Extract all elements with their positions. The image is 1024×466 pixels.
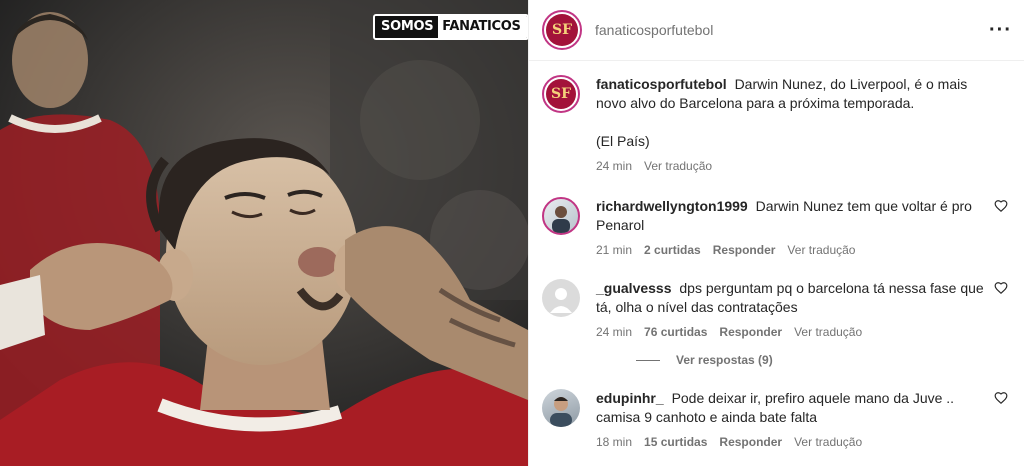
- comment-username[interactable]: _gualvesss: [596, 280, 672, 296]
- translate-button[interactable]: Ver tradução: [794, 325, 862, 339]
- comment-avatar[interactable]: [542, 197, 580, 235]
- comments-list: SF fanaticosporfutebol Darwin Nunez, do …: [529, 61, 1024, 449]
- comment-avatar[interactable]: [542, 389, 580, 427]
- caption-text-block: fanaticosporfutebol Darwin Nunez, do Liv…: [596, 75, 986, 113]
- comment-time[interactable]: 21 min: [596, 243, 632, 257]
- comment-item: edupinhr_ Pode deixar ir, prefiro aquele…: [542, 389, 1008, 449]
- comment-body: _gualvesss dps perguntam pq o barcelona …: [596, 279, 1008, 339]
- comment-likes[interactable]: 15 curtidas: [644, 435, 707, 449]
- default-avatar-icon: [550, 288, 572, 313]
- post-panel: SF fanaticosporfutebol ··· SF fanaticosp…: [528, 0, 1024, 466]
- comment-likes[interactable]: 76 curtidas: [644, 325, 707, 339]
- account-username[interactable]: fanaticosporfutebol: [595, 22, 713, 38]
- translate-button[interactable]: Ver tradução: [794, 435, 862, 449]
- logo-part-1: SOMOS: [375, 16, 439, 38]
- account-avatar-text: SF: [546, 14, 578, 46]
- comment-avatar[interactable]: [542, 279, 580, 317]
- comment-meta: 21 min 2 curtidas Responder Ver tradução: [596, 243, 986, 257]
- comment-meta: 18 min 15 curtidas Responder Ver traduçã…: [596, 435, 986, 449]
- reply-button[interactable]: Responder: [713, 243, 776, 257]
- replies-divider-line: [636, 359, 660, 361]
- comment-time[interactable]: 24 min: [596, 325, 632, 339]
- caption-translate[interactable]: Ver tradução: [644, 159, 712, 173]
- person-avatar-icon: [552, 206, 570, 233]
- caption-avatar[interactable]: SF: [542, 75, 580, 113]
- person-avatar-icon: [550, 397, 572, 427]
- comment-likes[interactable]: 2 curtidas: [644, 243, 701, 257]
- caption-time[interactable]: 24 min: [596, 159, 632, 173]
- view-replies-label: Ver respostas (9): [676, 353, 773, 367]
- caption-body: fanaticosporfutebol Darwin Nunez, do Liv…: [596, 75, 1008, 173]
- comment-text-block: edupinhr_ Pode deixar ir, prefiro aquele…: [596, 389, 986, 427]
- more-horizontal-icon[interactable]: ···: [989, 20, 1012, 40]
- comment-username[interactable]: richardwellyngton1999: [596, 198, 748, 214]
- reply-button[interactable]: Responder: [719, 435, 782, 449]
- post-caption: SF fanaticosporfutebol Darwin Nunez, do …: [542, 75, 1008, 173]
- comment-body: edupinhr_ Pode deixar ir, prefiro aquele…: [596, 389, 1008, 449]
- comment-time[interactable]: 18 min: [596, 435, 632, 449]
- comment-item: _gualvesss dps perguntam pq o barcelona …: [542, 279, 1008, 339]
- instagram-post-view: SOMOS FANATICOS SF fanaticosporfutebol ·…: [0, 0, 1024, 466]
- post-header: SF fanaticosporfutebol ···: [529, 0, 1024, 61]
- logo-part-2: FANATICOS: [438, 16, 527, 38]
- caption-meta: 24 min Ver tradução: [596, 159, 986, 173]
- player-illustration: [0, 0, 528, 466]
- view-replies-button[interactable]: Ver respostas (9): [636, 353, 1008, 367]
- comment-text-block: _gualvesss dps perguntam pq o barcelona …: [596, 279, 986, 317]
- heart-icon[interactable]: [994, 391, 1008, 405]
- heart-icon[interactable]: [994, 281, 1008, 295]
- caption-source: (El País): [596, 133, 650, 149]
- caption-avatar-text: SF: [546, 79, 576, 109]
- comment-username[interactable]: edupinhr_: [596, 390, 664, 406]
- post-photo[interactable]: SOMOS FANATICOS: [0, 0, 528, 466]
- somos-fanaticos-logo: SOMOS FANATICOS: [373, 14, 528, 40]
- comment-item: richardwellyngton1999 Darwin Nunez tem q…: [542, 197, 1008, 257]
- heart-icon[interactable]: [994, 199, 1008, 213]
- account-avatar[interactable]: SF: [542, 10, 582, 50]
- comment-body: richardwellyngton1999 Darwin Nunez tem q…: [596, 197, 1008, 257]
- comment-meta: 24 min 76 curtidas Responder Ver traduçã…: [596, 325, 986, 339]
- translate-button[interactable]: Ver tradução: [787, 243, 855, 257]
- caption-username[interactable]: fanaticosporfutebol: [596, 76, 727, 92]
- comment-text-block: richardwellyngton1999 Darwin Nunez tem q…: [596, 197, 986, 235]
- reply-button[interactable]: Responder: [719, 325, 782, 339]
